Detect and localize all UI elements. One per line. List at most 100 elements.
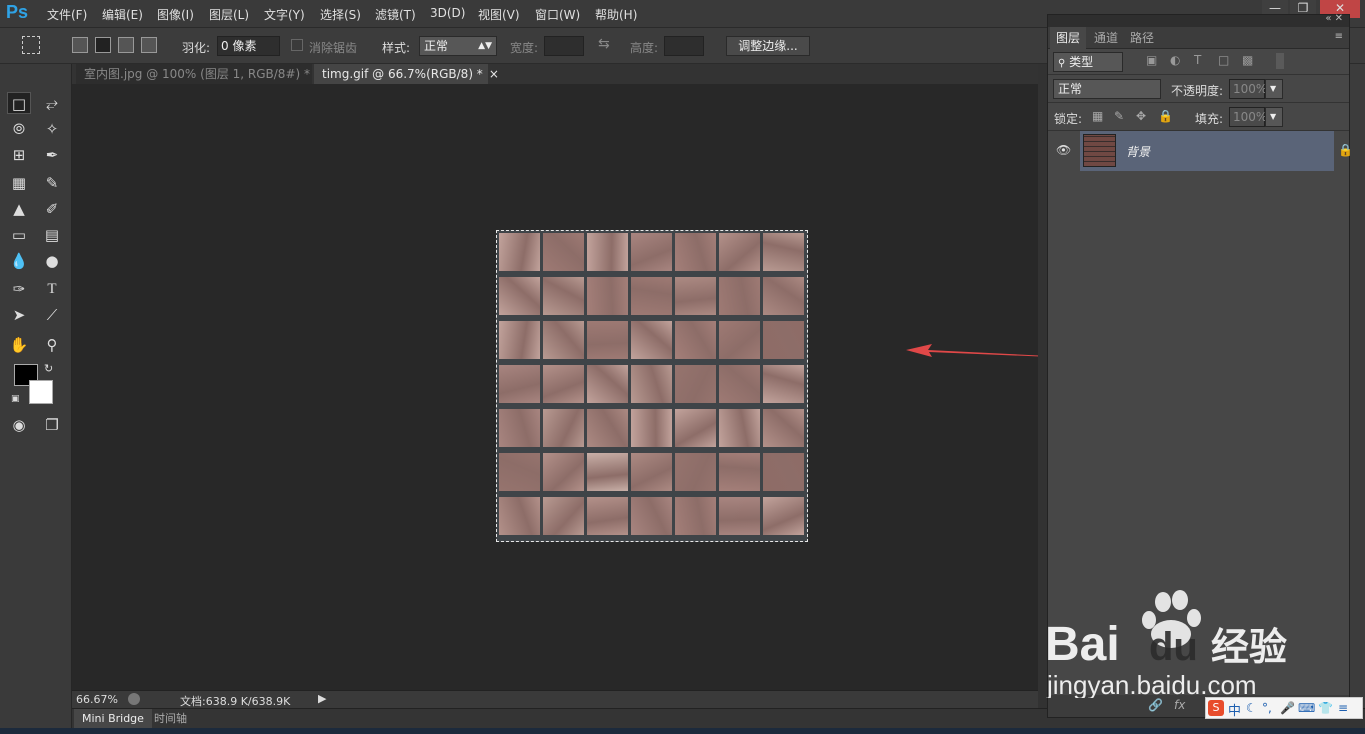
ime-toolbar[interactable]: S 中 ☾ °, 🎤 ⌨ 👕 ≡	[1205, 697, 1363, 719]
swap-colors-icon[interactable]: ↻	[44, 362, 53, 375]
zoom-tool-icon[interactable]: ⚲	[40, 334, 64, 356]
style-select[interactable]: 正常 ▲▼	[419, 36, 497, 56]
fill-label: 填充:	[1195, 112, 1224, 126]
filter-kind-select[interactable]: ⚲ 类型	[1053, 52, 1123, 72]
menu-view[interactable]: 视图(V)	[478, 6, 520, 23]
filter-smart-object-icon[interactable]: ▩	[1242, 53, 1253, 67]
lock-pixels-icon[interactable]: ✎	[1114, 109, 1124, 123]
menu-window[interactable]: 窗口(W)	[535, 6, 580, 23]
width-input[interactable]	[544, 36, 584, 56]
punctuation-icon[interactable]: °,	[1262, 701, 1272, 715]
pen-tool-icon[interactable]: ✑	[7, 278, 31, 300]
mosaic-tile	[587, 321, 628, 359]
feather-input[interactable]: 0 像素	[217, 36, 280, 56]
line-tool-icon[interactable]: ⟋	[40, 304, 64, 326]
status-share-icon[interactable]	[128, 693, 140, 705]
menu-edit[interactable]: 编辑(E)	[102, 6, 143, 23]
collapse-panel-icon[interactable]: « ✕	[1325, 13, 1343, 24]
tab-mini-bridge[interactable]: Mini Bridge	[74, 709, 152, 729]
blend-mode-select[interactable]: 正常	[1053, 79, 1161, 99]
tile-image-selection[interactable]	[496, 230, 808, 542]
move-tool-icon[interactable]: ⥂	[40, 92, 64, 114]
intersect-selection-icon[interactable]	[141, 37, 157, 53]
hand-tool-icon[interactable]: ✋	[7, 334, 31, 356]
tab-paths[interactable]: 路径	[1124, 27, 1160, 49]
tools-icon[interactable]: ≡	[1338, 701, 1348, 715]
healing-tool-icon[interactable]: ▦	[7, 172, 31, 194]
tab-channels[interactable]: 通道	[1088, 27, 1124, 49]
right-panel-dock[interactable]	[1350, 64, 1365, 708]
layer-style-icon[interactable]: fx	[1174, 698, 1185, 712]
layer-thumbnail[interactable]	[1083, 134, 1116, 167]
tab-layers[interactable]: 图层	[1050, 27, 1087, 49]
layer-row-background[interactable]: 背景 🔒	[1080, 131, 1353, 171]
lock-position-icon[interactable]: ✥	[1136, 109, 1146, 123]
filter-adjustment-icon[interactable]: ◐	[1170, 53, 1180, 67]
path-select-icon[interactable]: ➤	[7, 304, 31, 326]
panel-menu-icon[interactable]: ≡	[1335, 31, 1343, 42]
moon-icon[interactable]: ☾	[1246, 701, 1257, 715]
menu-type[interactable]: 文字(Y)	[264, 6, 305, 23]
height-input[interactable]	[664, 36, 704, 56]
status-bar: 66.67% 文档:638.9 K/638.9K ▶	[72, 690, 1038, 708]
background-color-swatch[interactable]	[29, 380, 53, 404]
eraser-tool-icon[interactable]: ▭	[7, 224, 31, 246]
filter-shape-icon[interactable]: □	[1218, 53, 1229, 67]
lasso-tool-icon[interactable]: ⦾	[7, 118, 31, 140]
menu-image[interactable]: 图像(I)	[157, 6, 194, 23]
baidu-jingyan-watermark: Bai du 经验 jingyan.baidu.com	[1045, 590, 1287, 698]
keyboard-icon[interactable]: ⌨	[1298, 701, 1315, 715]
layer-name[interactable]: 背景	[1126, 143, 1150, 160]
dodge-tool-icon[interactable]: ●	[40, 250, 64, 272]
menu-3d[interactable]: 3D(D)	[430, 6, 465, 20]
blur-tool-icon[interactable]: 💧	[7, 250, 31, 272]
screen-mode-icon[interactable]: ❐	[40, 414, 64, 436]
link-layers-icon[interactable]: 🔗	[1148, 698, 1163, 712]
fill-input[interactable]: 100%	[1229, 107, 1267, 127]
magic-wand-icon[interactable]: ✧	[40, 118, 64, 140]
lock-all-icon[interactable]: 🔒	[1158, 109, 1173, 123]
filter-type-icon[interactable]: T	[1194, 53, 1201, 67]
quick-mask-icon[interactable]: ◉	[7, 414, 31, 436]
crop-tool-icon[interactable]: ⊞	[7, 144, 31, 166]
tab-timeline[interactable]: 时间轴	[146, 709, 195, 729]
lock-transparent-icon[interactable]: ▦	[1092, 109, 1103, 123]
subtract-selection-icon[interactable]	[118, 37, 134, 53]
stamp-tool-icon[interactable]: ▲	[7, 198, 31, 220]
menu-help[interactable]: 帮助(H)	[595, 6, 637, 23]
opacity-dropdown-icon[interactable]: ▼	[1265, 79, 1283, 99]
swap-icon[interactable]: ⇆	[598, 36, 610, 52]
skin-icon[interactable]: 👕	[1318, 701, 1333, 715]
type-tool-icon[interactable]: T	[40, 278, 64, 300]
mosaic-tile	[675, 321, 716, 359]
close-icon[interactable]: ×	[489, 67, 499, 81]
gradient-tool-icon[interactable]: ▤	[40, 224, 64, 246]
marquee-preset-icon[interactable]	[22, 36, 40, 54]
status-menu-arrow-icon[interactable]: ▶	[318, 692, 326, 705]
ime-mode-label[interactable]: 中	[1228, 700, 1241, 719]
new-selection-icon[interactable]	[72, 37, 88, 53]
history-brush-icon[interactable]: ✐	[40, 198, 64, 220]
opacity-input[interactable]: 100%	[1229, 79, 1267, 99]
filter-pixel-icon[interactable]: ▣	[1146, 53, 1157, 67]
tab-interior-jpg[interactable]: 室内图.jpg @ 100% (图层 1, RGB/8#) *×	[76, 64, 326, 84]
tab-timg-gif[interactable]: timg.gif @ 66.7%(RGB/8) * ×	[314, 64, 499, 84]
add-selection-icon[interactable]	[95, 37, 111, 53]
default-colors-icon[interactable]: ▣	[11, 394, 20, 404]
brush-tool-icon[interactable]: ✎	[40, 172, 64, 194]
menu-select[interactable]: 选择(S)	[320, 6, 361, 23]
eyedropper-icon[interactable]: ✒	[40, 144, 64, 166]
menu-filter[interactable]: 滤镜(T)	[375, 6, 416, 23]
panel-header[interactable]: « ✕	[1048, 13, 1349, 27]
zoom-level[interactable]: 66.67%	[76, 693, 118, 706]
visibility-eye-icon[interactable]: 👁	[1056, 143, 1072, 157]
menu-file[interactable]: 文件(F)	[47, 6, 87, 23]
marquee-tool-icon[interactable]: □	[7, 92, 31, 114]
refine-edge-button[interactable]: 调整边缘...	[726, 36, 810, 56]
voice-icon[interactable]: 🎤	[1280, 701, 1295, 715]
fill-dropdown-icon[interactable]: ▼	[1265, 107, 1283, 127]
antialias-checkbox[interactable]	[291, 39, 303, 51]
menu-layer[interactable]: 图层(L)	[209, 6, 249, 23]
search-icon: ⚲	[1058, 58, 1066, 69]
filter-toggle-icon[interactable]	[1276, 53, 1284, 69]
